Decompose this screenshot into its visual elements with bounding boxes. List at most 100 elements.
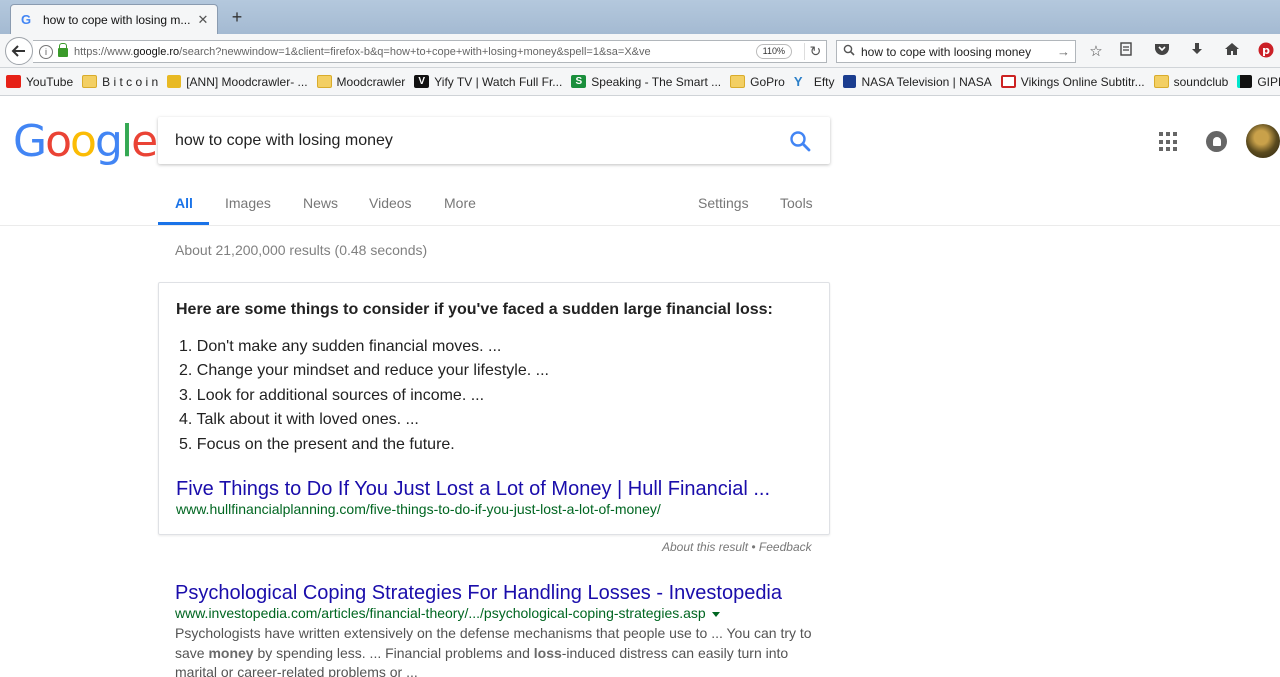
reload-icon[interactable]: ↻ bbox=[804, 43, 826, 60]
snippet-list: 1. Don't make any sudden financial moves… bbox=[179, 338, 549, 460]
lock-icon[interactable] bbox=[58, 43, 68, 57]
efty-icon: Y bbox=[793, 74, 803, 89]
tab-settings[interactable]: Settings bbox=[698, 195, 749, 211]
search-icon bbox=[843, 44, 855, 59]
bookmark-item[interactable]: B i t c o i n bbox=[82, 75, 158, 89]
folder-icon bbox=[730, 75, 746, 88]
url-prefix: https://www. bbox=[74, 45, 134, 58]
about-this-result-link[interactable]: About this result bbox=[662, 540, 748, 554]
result-description: Psychologists have written extensively o… bbox=[175, 624, 815, 677]
result-title-link[interactable]: Psychological Coping Strategies For Hand… bbox=[175, 582, 782, 605]
arrow-left-icon bbox=[11, 45, 25, 57]
new-tab-button[interactable]: + bbox=[228, 7, 246, 27]
google-logo[interactable]: Google bbox=[13, 116, 158, 167]
tab-images[interactable]: Images bbox=[225, 195, 271, 211]
url-path: /search?newwindow=1&client=firefox-b&q=h… bbox=[179, 45, 651, 58]
logo-letter: l bbox=[120, 116, 133, 167]
folder-icon bbox=[316, 75, 332, 88]
tab-tools[interactable]: Tools bbox=[780, 195, 813, 211]
download-icon[interactable] bbox=[1187, 42, 1207, 62]
bookmark-item[interactable]: soundclub bbox=[1153, 74, 1229, 89]
tab-all[interactable]: All bbox=[175, 195, 193, 211]
bookmark-item[interactable]: YouTube bbox=[6, 75, 73, 89]
bookmark-label: Vikings Online Subtitr... bbox=[1020, 74, 1145, 89]
bookmark-label: Yify TV | Watch Full Fr... bbox=[434, 74, 563, 89]
bookmark-item[interactable]: NASA Television | NASA bbox=[843, 74, 992, 89]
snippet-heading: Here are some things to consider if you'… bbox=[176, 301, 773, 318]
coin-icon bbox=[167, 75, 182, 88]
list-item: 4. Talk about it with loved ones. ... bbox=[179, 411, 419, 429]
bookmark-label: YouTube bbox=[26, 74, 74, 89]
browser-tab-bar: G how to cope with losing m... ✕ + bbox=[0, 0, 1280, 34]
info-icon[interactable]: i bbox=[39, 44, 53, 59]
snippet-source-link[interactable]: Five Things to Do If You Just Lost a Lot… bbox=[176, 478, 770, 501]
reading-list-icon[interactable] bbox=[1116, 42, 1136, 62]
separator: • bbox=[748, 540, 759, 554]
bookmark-item[interactable]: GIPHY | bbox=[1237, 75, 1280, 89]
browser-search-input[interactable]: how to cope with loosing money bbox=[861, 45, 1057, 59]
bookmark-label: Moodcrawler bbox=[336, 74, 406, 89]
google-search-box[interactable] bbox=[158, 117, 830, 164]
bookmark-label: GoPro bbox=[750, 74, 785, 89]
logo-letter: e bbox=[131, 116, 158, 167]
arrow-right-icon[interactable]: → bbox=[1057, 44, 1075, 59]
url-bar[interactable]: i https://www.google.ro/search?newwindow… bbox=[33, 40, 827, 63]
bookmark-label: GIPHY | bbox=[1257, 74, 1280, 89]
snippet-feedback-row: About this result • Feedback bbox=[662, 540, 812, 554]
feedback-link[interactable]: Feedback bbox=[759, 540, 812, 554]
bookmark-item[interactable]: Vikings Online Subtitr... bbox=[1000, 74, 1145, 89]
notifications-icon[interactable] bbox=[1206, 131, 1227, 152]
bookmark-label: Speaking - The Smart ... bbox=[591, 74, 722, 89]
google-favicon-icon: G bbox=[21, 11, 32, 27]
bookmark-item[interactable]: V Yify TV | Watch Full Fr... bbox=[414, 75, 562, 89]
nasa-icon bbox=[843, 75, 857, 88]
google-search-input[interactable] bbox=[175, 131, 770, 150]
url-text[interactable]: https://www.google.ro/search?newwindow=1… bbox=[74, 46, 756, 58]
browser-tab[interactable]: G how to cope with losing m... ✕ bbox=[10, 4, 218, 34]
highlighted-term: money bbox=[208, 644, 254, 661]
active-tab-underline bbox=[158, 222, 209, 225]
tab-videos[interactable]: Videos bbox=[369, 195, 412, 211]
pinterest-icon[interactable]: p bbox=[1256, 42, 1276, 62]
zoom-indicator[interactable]: 110% bbox=[755, 44, 792, 59]
browser-search-bar[interactable]: how to cope with loosing money → bbox=[836, 40, 1076, 63]
home-icon[interactable] bbox=[1222, 42, 1242, 62]
logo-letter: o bbox=[45, 116, 72, 167]
highlighted-term: loss bbox=[533, 644, 562, 661]
snippet-source-url: www.hullfinancialplanning.com/five-thing… bbox=[176, 501, 661, 517]
folder-icon bbox=[82, 75, 98, 88]
back-button[interactable] bbox=[5, 37, 33, 65]
bookmark-label: B i t c o i n bbox=[102, 74, 159, 89]
result-url: www.investopedia.com/articles/financial-… bbox=[175, 605, 720, 621]
logo-letter: o bbox=[70, 116, 97, 167]
tab-more[interactable]: More bbox=[444, 195, 476, 211]
star-icon[interactable]: ☆ bbox=[1086, 42, 1106, 62]
result-url-text: www.investopedia.com/articles/financial-… bbox=[175, 605, 706, 621]
search-button[interactable] bbox=[770, 117, 830, 164]
caret-down-icon[interactable] bbox=[711, 611, 720, 617]
list-item: 2. Change your mindset and reduce your l… bbox=[179, 362, 549, 380]
bookmark-label: soundclub bbox=[1173, 74, 1229, 89]
bookmark-label: [ANN] Moodcrawler- ... bbox=[186, 74, 308, 89]
list-item: 5. Focus on the present and the future. bbox=[179, 435, 455, 453]
bookmark-item[interactable]: Y Efty bbox=[794, 75, 835, 89]
close-tab-icon[interactable]: ✕ bbox=[195, 12, 211, 28]
bookmarks-bar: YouTube B i t c o i n [ANN] Moodcrawler- .… bbox=[0, 68, 1280, 96]
giphy-icon bbox=[1237, 75, 1253, 88]
logo-letter: g bbox=[94, 116, 123, 167]
browser-nav-bar: i https://www.google.ro/search?newwindow… bbox=[0, 34, 1280, 68]
yify-icon: V bbox=[414, 75, 430, 88]
bookmark-label: NASA Television | NASA bbox=[861, 74, 992, 89]
bookmark-item[interactable]: S Speaking - The Smart ... bbox=[571, 75, 721, 89]
apps-grid-icon[interactable] bbox=[1159, 132, 1179, 152]
avatar[interactable] bbox=[1246, 124, 1280, 158]
search-tabs: All Images News Videos More Settings Too… bbox=[0, 182, 1280, 226]
bookmark-label: Efty bbox=[813, 74, 835, 89]
tab-news[interactable]: News bbox=[303, 195, 338, 211]
youtube-icon bbox=[6, 75, 21, 88]
bookmark-item[interactable]: Moodcrawler bbox=[316, 74, 406, 89]
bookmark-item[interactable]: [ANN] Moodcrawler- ... bbox=[167, 74, 308, 89]
pocket-icon[interactable] bbox=[1152, 42, 1172, 62]
bookmark-item[interactable]: GoPro bbox=[730, 75, 785, 89]
svg-text:p: p bbox=[1262, 44, 1270, 57]
